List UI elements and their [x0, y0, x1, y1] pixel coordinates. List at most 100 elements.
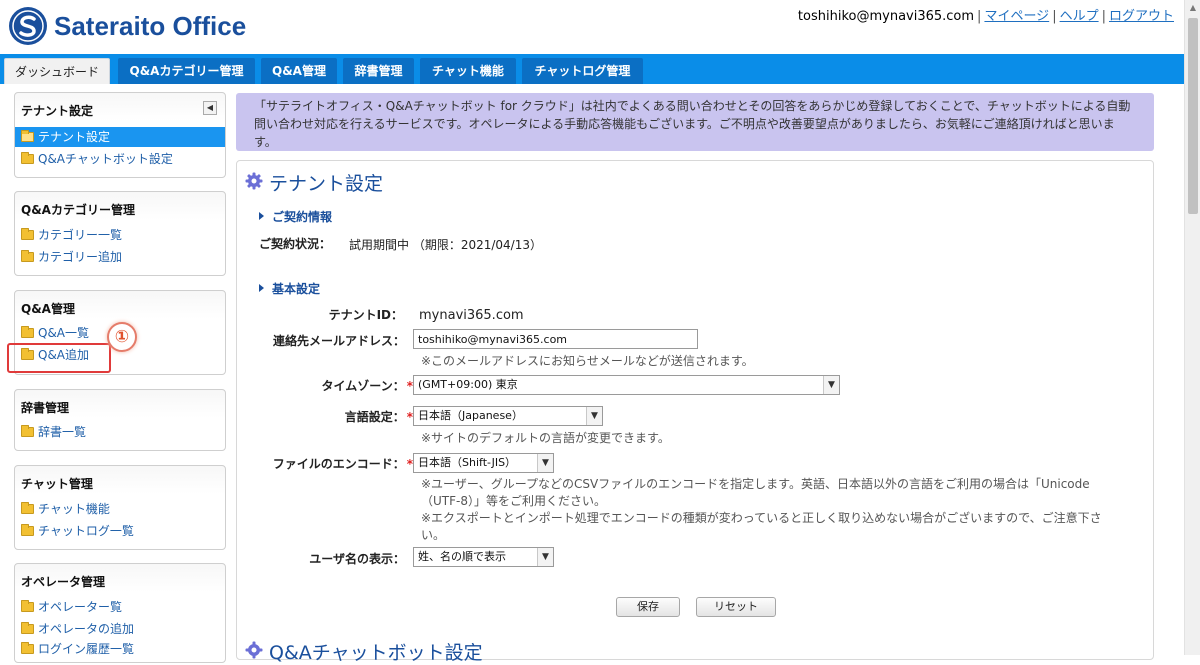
chevron-down-icon: ▼	[823, 376, 839, 394]
language-label-text: 言語設定：	[344, 410, 405, 424]
notice-line: 問い合わせ対応を行えるサービスです。オペレータによる手動応答機能もございます。ご…	[254, 117, 1115, 131]
encode-selected-value: 日本語（Shift-JIS）	[418, 456, 517, 469]
encode-label: ファイルのエンコード： *	[273, 455, 413, 472]
triangle-right-icon	[259, 284, 264, 292]
sidebar-item-label: 辞書一覧	[38, 425, 87, 439]
step-number-badge: ①	[107, 322, 137, 352]
folder-icon	[21, 642, 34, 654]
folder-icon	[21, 228, 34, 240]
next-section-title: Q&Aチャットボット設定	[269, 642, 483, 664]
tenant-settings-panel: テナント設定 ご契約情報 ご契約状況： 試用期間中 （期限：2021/04/13…	[236, 160, 1154, 664]
sidebar-item-label: カテゴリー追加	[38, 250, 123, 264]
sidebar-item-category-list[interactable]: カテゴリー一覧	[21, 225, 122, 245]
sidebar-operator-box: オペレータ管理 オペレーター覧 オペレータの追加 ログイン履歴一覧	[14, 563, 226, 663]
sidebar-item-label: オペレータの追加	[38, 622, 135, 636]
folder-icon	[21, 326, 34, 338]
username-selected-value: 姓、名の順で表示	[418, 550, 506, 563]
sidebar-item-operator-list[interactable]: オペレーター覧	[21, 597, 122, 617]
tab-dashboard[interactable]: ダッシュボード	[4, 58, 110, 84]
contract-status-value: 試用期間中 （期限：2021/04/13）	[349, 238, 542, 252]
sidebar-title-qa: Q&A管理	[21, 302, 75, 316]
gear-icon	[245, 172, 263, 190]
sidebar-item-label: ログイン履歴一覧	[38, 642, 135, 656]
encode-note-4: い。	[421, 528, 446, 542]
tab-dictionary[interactable]: 辞書管理	[343, 58, 414, 84]
sidebar-title-chat: チャット管理	[21, 477, 93, 491]
encode-note-1: ※ユーザー、グループなどのCSVファイルのエンコードを指定します。英語、日本語以…	[421, 477, 1090, 491]
tab-chat[interactable]: チャット機能	[420, 58, 516, 84]
panel-title: テナント設定	[269, 173, 384, 195]
scroll-thumb[interactable]	[1188, 18, 1198, 214]
logout-link[interactable]: ログアウト	[1109, 9, 1174, 24]
scroll-up-arrow-icon[interactable]: ▲	[1185, 0, 1200, 16]
sidebar-title-qa-category: Q&Aカテゴリー管理	[21, 203, 135, 217]
sidebar-qa-category-box: Q&Aカテゴリー管理 カテゴリー一覧 カテゴリー追加	[14, 191, 226, 276]
folder-icon	[21, 250, 34, 262]
sidebar-item-login-history[interactable]: ログイン履歴一覧	[21, 639, 134, 659]
chevron-down-icon: ▼	[537, 548, 553, 566]
notice-line: 「サテライトオフィス・Q&Aチャットボット for クラウド」は社内でよくある問…	[254, 99, 1131, 113]
sidebar-item-label: チャットログ一覧	[38, 524, 134, 538]
sidebar-item-qa-list[interactable]: Q&A一覧	[21, 323, 89, 343]
sidebar-item-label: カテゴリー一覧	[38, 228, 123, 242]
contract-status-label: ご契約状況：	[259, 237, 332, 251]
tenant-id-label: テナントID：	[328, 308, 403, 322]
service-notice: 「サテライトオフィス・Q&Aチャットボット for クラウド」は社内でよくある問…	[236, 93, 1154, 151]
sidebar-item-category-add[interactable]: カテゴリー追加	[21, 247, 122, 267]
section-basic: 基本設定	[259, 280, 320, 297]
triangle-right-icon	[259, 212, 264, 220]
sidebar-item-chat-function[interactable]: チャット機能	[21, 499, 110, 519]
email-field[interactable]	[413, 329, 698, 349]
language-note: ※サイトのデフォルトの言語が変更できます。	[421, 431, 670, 445]
sidebar-tenant-box: テナント設定 ◀ テナント設定 Q&Aチャットボット設定	[14, 92, 226, 178]
tab-chat-log[interactable]: チャットログ管理	[522, 58, 643, 84]
sidebar-item-label: Q&A一覧	[38, 326, 90, 340]
logo[interactable]: Sateraito Office	[8, 6, 246, 46]
notice-line: す。	[254, 135, 277, 149]
sidebar-title-dictionary: 辞書管理	[21, 401, 70, 415]
encode-select[interactable]: 日本語（Shift-JIS） ▼	[413, 453, 554, 473]
sidebar-chat-box: チャット管理 チャット機能 チャットログ一覧	[14, 465, 226, 550]
language-select[interactable]: 日本語（Japanese） ▼	[413, 406, 603, 426]
sidebar-item-label: オペレーター覧	[38, 600, 123, 614]
page-scrollbar[interactable]: ▲	[1184, 0, 1200, 655]
save-button[interactable]: 保存	[616, 597, 680, 617]
chevron-down-icon: ▼	[537, 454, 553, 472]
timezone-select[interactable]: (GMT+09:00) 東京 ▼	[413, 375, 840, 395]
sidebar-item-dictionary-list[interactable]: 辞書一覧	[21, 422, 86, 442]
folder-icon	[21, 152, 34, 164]
section-basic-label: 基本設定	[272, 282, 321, 296]
tab-qa-category[interactable]: Q&Aカテゴリー管理	[118, 58, 255, 84]
tenant-id-value: mynavi365.com	[419, 308, 524, 323]
folder-open-icon	[21, 130, 34, 142]
sidebar-item-operator-add[interactable]: オペレータの追加	[21, 619, 134, 639]
mypage-link[interactable]: マイページ	[984, 9, 1049, 24]
logo-text: Sateraito Office	[54, 10, 247, 41]
timezone-label-text: タイムゾーン：	[321, 379, 405, 393]
username-display-select[interactable]: 姓、名の順で表示 ▼	[413, 547, 554, 567]
collapse-sidebar-button[interactable]: ◀	[203, 101, 217, 115]
sidebar-item-chatbot-settings[interactable]: Q&Aチャットボット設定	[21, 149, 173, 169]
user-email: toshihiko@mynavi365.com	[797, 9, 975, 24]
help-link[interactable]: ヘルプ	[1060, 9, 1099, 24]
folder-icon	[21, 502, 34, 514]
sidebar-title-operator: オペレータ管理	[21, 575, 106, 589]
encode-note-2: （UTF-8）」等をご利用ください。	[421, 494, 606, 508]
language-selected-value: 日本語（Japanese）	[418, 409, 523, 422]
section-contract: ご契約情報	[259, 208, 332, 225]
folder-icon	[21, 425, 34, 437]
sidebar-item-tenant-settings[interactable]: テナント設定	[15, 127, 225, 147]
folder-icon	[21, 524, 34, 536]
timezone-selected-value: (GMT+09:00) 東京	[418, 378, 518, 391]
sidebar-item-label: チャット機能	[38, 502, 110, 516]
tab-qa[interactable]: Q&A管理	[261, 58, 337, 84]
chevron-down-icon: ▼	[586, 407, 602, 425]
main-tab-bar: ダッシュボード Q&Aカテゴリー管理 Q&A管理 辞書管理 チャット機能 チャッ…	[0, 54, 1184, 84]
encode-label-text: ファイルのエンコード：	[272, 457, 405, 471]
header: Sateraito Office toshihiko@mynavi365.com…	[0, 0, 1184, 54]
section-contract-label: ご契約情報	[272, 210, 333, 224]
email-label: 連絡先メールアドレス：	[272, 334, 405, 348]
sidebar-item-chat-log-list[interactable]: チャットログ一覧	[21, 521, 134, 541]
reset-button[interactable]: リセット	[696, 597, 776, 617]
qa-add-highlight	[7, 343, 111, 373]
